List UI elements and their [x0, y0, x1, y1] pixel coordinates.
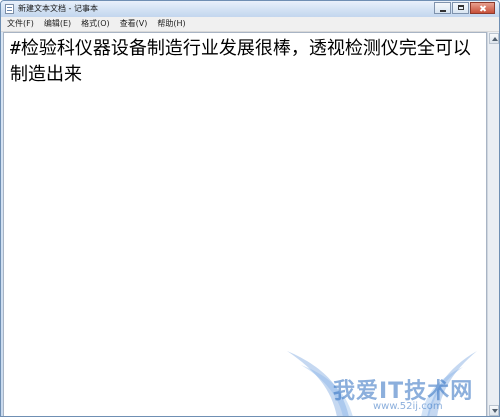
menu-edit[interactable]: 编辑(E): [40, 18, 75, 30]
maximize-icon: [453, 3, 468, 13]
maximize-button[interactable]: [452, 2, 469, 14]
menu-file[interactable]: 文件(F): [3, 18, 38, 30]
document-text[interactable]: #检验科仪器设备制造行业发展很棒，透视检测仪完全可以制造出来: [4, 33, 486, 88]
menu-view[interactable]: 查看(V): [116, 18, 152, 30]
scroll-up-icon[interactable]: [489, 33, 499, 44]
notepad-icon[interactable]: [5, 4, 14, 14]
watermark: 我爱IT技术网 www.52ij.com: [277, 331, 497, 416]
close-icon: [471, 3, 494, 13]
menu-help[interactable]: 帮助(H): [153, 18, 189, 30]
caption-buttons: [433, 2, 495, 14]
watermark-url: www.52ij.com: [373, 401, 443, 412]
minimize-button[interactable]: [434, 2, 451, 14]
minimize-icon: [435, 3, 450, 13]
window-title: 新建文本文档 - 记事本: [18, 4, 98, 13]
close-button[interactable]: [470, 2, 495, 14]
menu-format[interactable]: 格式(O): [77, 18, 114, 30]
notepad-window: 新建文本文档 - 记事本 文件(F) 编辑(E) 格式(O) 查看(V) 帮助(…: [0, 0, 500, 417]
title-bar[interactable]: 新建文本文档 - 记事本: [1, 1, 499, 17]
menu-bar: 文件(F) 编辑(E) 格式(O) 查看(V) 帮助(H): [1, 17, 499, 32]
